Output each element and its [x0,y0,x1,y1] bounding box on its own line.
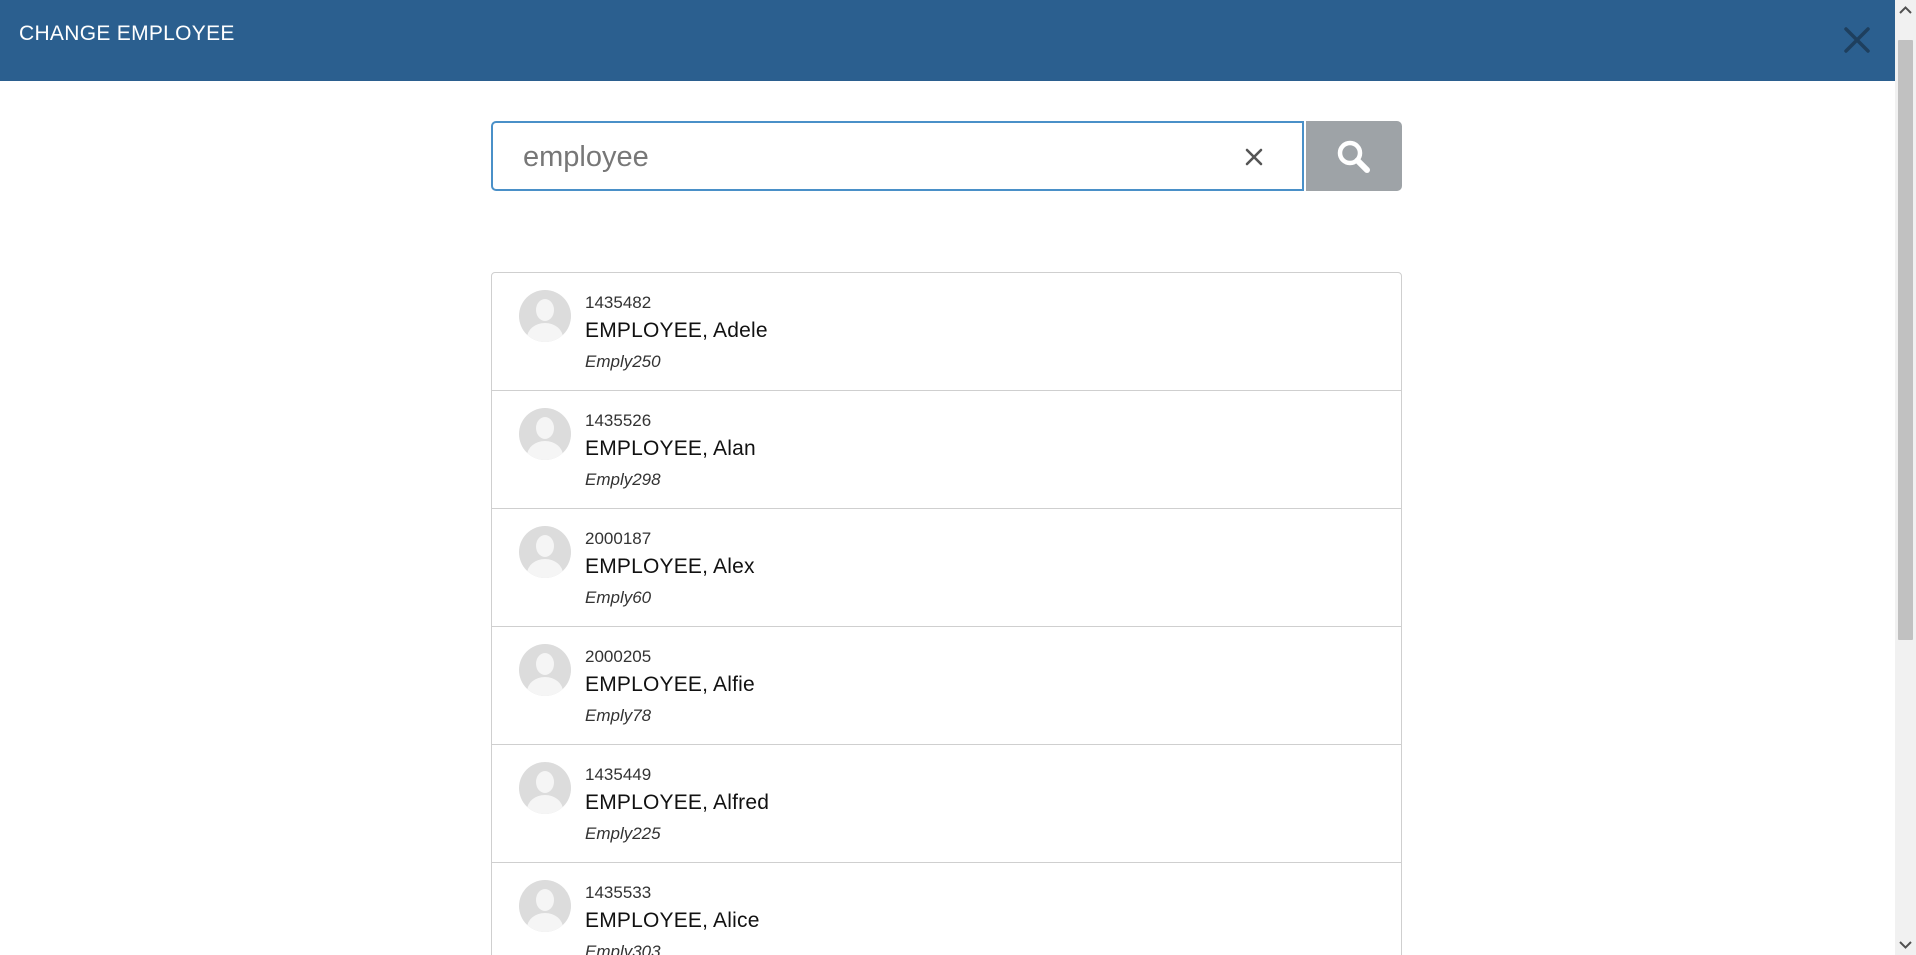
list-item[interactable]: 1435526 EMPLOYEE, Alan Emply298 [492,391,1401,509]
search-field [491,121,1304,191]
vertical-scrollbar[interactable] [1895,0,1916,955]
employee-id: 1435526 [585,411,652,430]
clear-icon [1245,148,1263,166]
clear-search-button[interactable] [1242,145,1266,169]
search-input[interactable] [523,137,1223,177]
search-icon [1337,140,1370,173]
employee-code: Emply250 [585,352,661,371]
list-item[interactable]: 1435449 EMPLOYEE, Alfred Emply225 [492,745,1401,863]
chevron-up-icon [1899,6,1912,14]
employee-name: EMPLOYEE, Alan [585,437,756,460]
close-icon [1844,27,1870,53]
employee-id: 2000205 [585,647,652,666]
avatar-icon [519,880,571,932]
list-item[interactable]: 2000187 EMPLOYEE, Alex Emply60 [492,509,1401,627]
avatar-icon [519,408,571,460]
employee-name: EMPLOYEE, Alfred [585,791,770,814]
employee-id: 1435449 [585,765,652,784]
page: CHANGE EMPLOYEE employee 1435482 EMPLOYE… [0,0,1916,955]
scrollbar-thumb[interactable] [1898,40,1913,640]
employee-id: 2000187 [585,529,652,548]
avatar-icon [519,290,571,342]
employee-code: Emply78 [585,706,652,725]
chevron-down-icon [1899,941,1912,949]
dialog-header: CHANGE EMPLOYEE [0,0,1895,81]
list-item[interactable]: 1435482 EMPLOYEE, Adele Emply250 [492,273,1401,391]
employee-id: 1435482 [585,293,652,312]
list-item[interactable]: 2000205 EMPLOYEE, Alfie Emply78 [492,627,1401,745]
avatar-icon [519,526,571,578]
employee-name: EMPLOYEE, Adele [585,319,768,342]
employee-name: EMPLOYEE, Alex [585,555,755,578]
employee-code: Emply60 [585,588,652,607]
employee-name: EMPLOYEE, Alfie [585,673,755,696]
dialog: CHANGE EMPLOYEE employee 1435482 EMPLOYE… [0,0,1895,955]
search-bar [491,121,1402,191]
employee-id: 1435533 [585,883,652,902]
employee-name: EMPLOYEE, Alice [585,909,760,932]
employee-code: Emply298 [585,470,661,489]
search-button[interactable] [1306,121,1402,191]
scroll-down-button[interactable] [1895,934,1916,955]
close-button[interactable] [1839,22,1875,58]
employee-code: Emply303 [585,942,661,955]
avatar-icon [519,762,571,814]
employee-code: Emply225 [585,824,661,843]
list-item[interactable]: 1435533 EMPLOYEE, Alice Emply303 [492,863,1401,955]
scroll-up-button[interactable] [1895,0,1916,21]
results-list: 1435482 EMPLOYEE, Adele Emply250 1435526 EMP… [491,272,1402,955]
dialog-title: CHANGE EMPLOYEE [19,22,235,45]
avatar-icon [519,644,571,696]
